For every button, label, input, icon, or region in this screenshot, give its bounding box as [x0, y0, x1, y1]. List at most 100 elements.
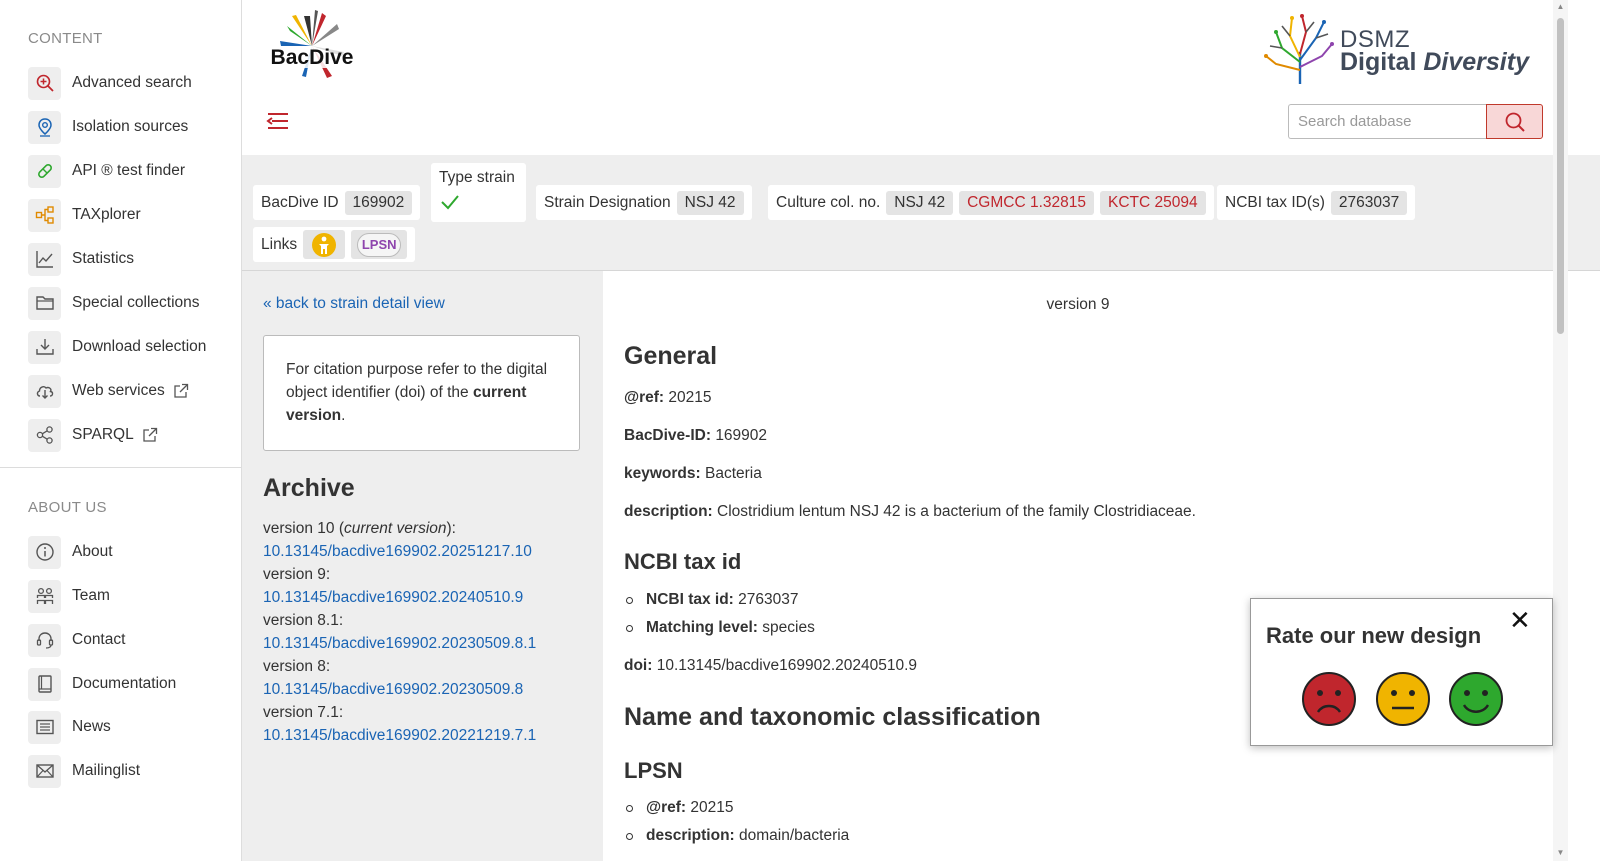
dsmz-tree-icon	[1264, 14, 1334, 84]
sidebar-item-label: Team	[72, 587, 110, 604]
search-button[interactable]	[1486, 104, 1543, 139]
dsmz-logo[interactable]: DSMZ Digital Diversity	[1262, 12, 1542, 87]
sidebar-item-label: Isolation sources	[72, 118, 189, 135]
sidebar-item-taxplorer[interactable]: TAXplorer	[28, 198, 141, 232]
sidebar-item-label: TAXplorer	[72, 206, 141, 223]
sidebar-toggle-icon[interactable]	[264, 108, 290, 134]
sidebar-item-label: Special collections	[72, 294, 200, 311]
sidebar-item-api-test-finder[interactable]: API ® test finder	[28, 154, 185, 188]
dsmz-logo-subtitle: Digital Diversity	[1340, 48, 1529, 76]
bacdive-id-label: BacDive ID	[261, 193, 339, 211]
sidebar-item-team[interactable]: Team	[28, 579, 110, 613]
bacdive-logo-text: BacDive	[271, 46, 354, 69]
newspaper-icon	[28, 710, 61, 744]
archive-version-label: version 7.1:	[263, 704, 344, 721]
tree-diagram-icon	[28, 198, 61, 232]
sidebar-item-advanced-search[interactable]: Advanced search	[28, 66, 192, 100]
field-lpsn-ref: @ref: 20215	[624, 799, 734, 817]
archive-doi-link[interactable]: 10.13145/bacdive169902.20240510.9	[263, 586, 593, 609]
search-icon	[1505, 112, 1525, 132]
archive-doi-link[interactable]: 10.13145/bacdive169902.20230509.8.1	[263, 632, 593, 655]
archive-doi-link[interactable]: 10.13145/bacdive169902.20221219.7.1	[263, 724, 593, 747]
cloud-download-icon	[28, 374, 61, 408]
back-to-strain-link[interactable]: « back to strain detail view	[263, 295, 445, 313]
headset-icon	[28, 623, 61, 657]
sidebar-item-documentation[interactable]: Documentation	[28, 667, 176, 701]
sidebar-item-web-services[interactable]: Web services	[28, 374, 189, 408]
sidebar-item-statistics[interactable]: Statistics	[28, 242, 134, 276]
strain-info-bar: BacDive ID 169902 Type strain Strain Des…	[242, 155, 1600, 271]
type-strain-label: Type strain	[439, 169, 515, 186]
sidebar-item-label: Documentation	[72, 675, 177, 692]
field-bacdive-id: BacDive-ID: 169902	[624, 427, 768, 444]
sidebar-item-news[interactable]: News	[28, 710, 111, 744]
sidebar-item-sparql[interactable]: SPARQL	[28, 418, 158, 452]
sidebar-item-label: Advanced search	[72, 74, 192, 91]
sidebar-item-download-selection[interactable]: Download selection	[28, 330, 206, 364]
info-person-icon	[312, 232, 337, 257]
scroll-down-icon[interactable]: ▼	[1555, 848, 1566, 857]
rate-design-title: Rate our new design	[1266, 623, 1482, 648]
strain-version-content: version 9 General @ref: 20215 BacDive-ID…	[603, 271, 1553, 861]
close-icon[interactable]: ✕	[1509, 607, 1531, 633]
section-title-taxonomy: Name and taxonomic classification	[624, 703, 1041, 731]
download-tray-icon	[28, 330, 61, 364]
culture-number-link[interactable]: CGMCC 1.32815	[959, 190, 1094, 215]
check-icon	[441, 195, 459, 210]
lpsn-link[interactable]: LPSN	[351, 230, 408, 259]
sidebar-item-label: Mailinglist	[72, 762, 141, 779]
version-label: version 9	[1046, 296, 1110, 313]
sidebar-item-label: Download selection	[72, 338, 207, 355]
field-doi: doi: 10.13145/bacdive169902.20240510.9	[624, 657, 918, 674]
page-scrollbar[interactable]: ▲ ▼	[1553, 0, 1568, 861]
sidebar-divider	[0, 467, 242, 468]
lpsn-label: LPSN	[357, 232, 402, 257]
external-link-icon	[143, 427, 157, 442]
map-pin-icon	[28, 110, 61, 144]
archive-panel: « back to strain detail view For citatio…	[242, 271, 603, 861]
zoom-plus-icon	[28, 66, 61, 100]
happy-face-icon[interactable]	[1448, 671, 1504, 727]
sidebar-item-special-collections[interactable]: Special collections	[28, 286, 200, 320]
sad-face-icon[interactable]	[1301, 671, 1357, 727]
archive-version-label: version 10 (current version):	[263, 520, 456, 537]
scroll-up-icon[interactable]: ▲	[1555, 2, 1566, 11]
search-bar	[1288, 104, 1543, 139]
bacdive-id-chip: BacDive ID 169902	[253, 185, 421, 220]
culture-number: NSJ 42	[886, 190, 954, 215]
field-keywords: keywords: Bacteria	[624, 465, 762, 482]
archive-doi-link[interactable]: 10.13145/bacdive169902.20230509.8	[263, 678, 593, 701]
external-resource-link[interactable]	[303, 230, 346, 259]
strain-designation-label: Strain Designation	[544, 193, 671, 211]
section-title-general: General	[624, 342, 718, 370]
line-chart-icon	[28, 242, 61, 276]
culture-collection-label: Culture col. no.	[776, 193, 881, 211]
archive-title: Archive	[263, 474, 355, 502]
bacdive-logo[interactable]: BacDive	[262, 8, 362, 93]
archive-version-label: version 8.1:	[263, 612, 344, 629]
section-title-lpsn: LPSN	[624, 758, 683, 783]
neutral-face-icon[interactable]	[1375, 671, 1431, 727]
team-icon	[28, 579, 61, 613]
sidebar-item-label: API ® test finder	[72, 162, 186, 179]
sidebar-item-about[interactable]: About	[28, 535, 113, 569]
field-ncbi-tax-id: NCBI tax id: 2763037	[624, 591, 799, 609]
sidebar-item-label: Contact	[72, 631, 126, 648]
field-description: description: Clostridium lentum NSJ 42 i…	[624, 503, 1196, 520]
pill-icon	[28, 154, 61, 188]
ncbi-tax-id-label: NCBI tax ID(s)	[1225, 193, 1325, 211]
culture-number-link[interactable]: KCTC 25094	[1099, 190, 1206, 215]
sidebar-item-label: Statistics	[72, 250, 135, 267]
sidebar-item-isolation-sources[interactable]: Isolation sources	[28, 110, 188, 144]
bacdive-id-value: 169902	[344, 190, 413, 215]
sidebar-item-label: News	[72, 718, 111, 735]
content-section-title: CONTENT	[28, 30, 103, 47]
sidebar-item-mailinglist[interactable]: Mailinglist	[28, 754, 140, 788]
archive-doi-link[interactable]: 10.13145/bacdive169902.20251217.10	[263, 540, 593, 563]
scrollbar-thumb[interactable]	[1557, 18, 1564, 334]
sidebar-item-contact[interactable]: Contact	[28, 623, 125, 657]
links-label: Links	[261, 235, 298, 253]
about-section-title: ABOUT US	[28, 499, 107, 516]
field-ref: @ref: 20215	[624, 389, 712, 406]
search-input[interactable]	[1288, 104, 1486, 139]
